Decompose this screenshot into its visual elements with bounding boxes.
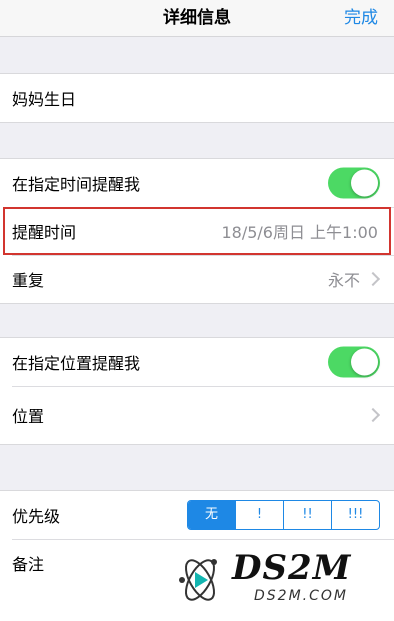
watermark-logo-icon <box>179 559 217 601</box>
alarm-value: 18/5/6周日 上午1:00 <box>221 223 378 242</box>
remind-at-time-row: 在指定时间提醒我 <box>0 159 394 207</box>
repeat-value: 永不 <box>327 271 360 290</box>
location-row[interactable]: 位置 <box>0 386 394 444</box>
location-reminder-group: 在指定位置提醒我 位置 <box>0 337 394 445</box>
navigation-bar: 详细信息 完成 <box>0 0 394 37</box>
toggle-knob <box>351 348 378 376</box>
priority-segmented-control[interactable]: 无 ! !! !!! <box>187 500 380 530</box>
remind-at-time-label: 在指定时间提醒我 <box>12 175 141 194</box>
remind-at-location-label: 在指定位置提醒我 <box>12 354 141 373</box>
notes-label: 备注 <box>12 555 45 574</box>
done-button[interactable]: 完成 <box>344 3 378 28</box>
chevron-right-icon <box>365 407 381 423</box>
watermark-brand: DS2M <box>232 548 352 588</box>
watermark: DS2M DS2M.COM <box>168 548 382 612</box>
priority-label: 优先级 <box>12 507 61 526</box>
location-label: 位置 <box>12 407 45 426</box>
alarm-label: 提醒时间 <box>12 223 77 242</box>
remind-at-location-toggle[interactable] <box>328 346 380 378</box>
reminder-title-field[interactable]: 妈妈生日 <box>0 74 394 122</box>
reminder-title-text: 妈妈生日 <box>12 90 77 109</box>
remind-at-time-toggle[interactable] <box>328 167 380 199</box>
toggle-knob <box>351 169 378 197</box>
page-title: 详细信息 <box>163 8 231 28</box>
time-reminder-group: 在指定时间提醒我 提醒时间 18/5/6周日 上午1:00 重复 永不 <box>0 158 394 304</box>
title-group: 妈妈生日 <box>0 73 394 123</box>
watermark-url: DS2M.COM <box>254 588 348 604</box>
chevron-right-icon <box>365 271 381 287</box>
priority-row: 优先级 无 ! !! !!! <box>0 491 394 539</box>
repeat-label: 重复 <box>12 271 45 290</box>
priority-option-medium[interactable]: !! <box>283 501 331 529</box>
repeat-row[interactable]: 重复 永不 <box>0 255 394 303</box>
priority-option-low[interactable]: ! <box>235 501 283 529</box>
remind-at-location-row: 在指定位置提醒我 <box>0 338 394 386</box>
alarm-row[interactable]: 提醒时间 18/5/6周日 上午1:00 <box>0 207 394 255</box>
priority-option-none[interactable]: 无 <box>188 501 235 529</box>
priority-option-high[interactable]: !!! <box>331 501 379 529</box>
